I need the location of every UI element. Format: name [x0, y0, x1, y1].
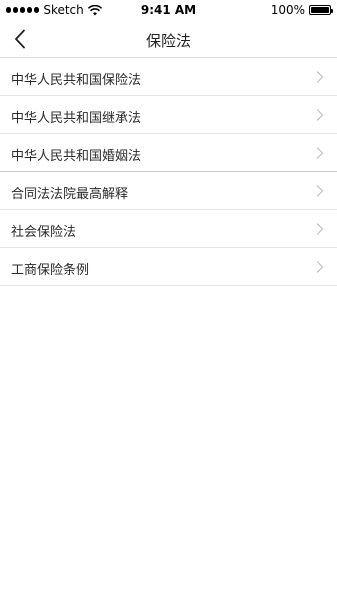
list-item[interactable]: 社会保险法 — [0, 210, 337, 248]
battery-icon — [309, 5, 333, 15]
chevron-right-icon — [316, 109, 324, 121]
chevron-right-icon — [316, 223, 324, 235]
battery-percentage: 100% — [270, 3, 305, 17]
list-item[interactable]: 中华人民共和国保险法 — [0, 58, 337, 96]
list-item-label: 中华人民共和国婚姻法 — [11, 149, 142, 164]
chevron-right-icon — [316, 185, 324, 197]
list-item-label: 工商保险条例 — [11, 263, 90, 278]
law-list: 中华人民共和国保险法 中华人民共和国继承法 中华人民共和国婚姻法 合同法法院最高… — [0, 58, 337, 286]
chevron-right-icon — [316, 71, 324, 83]
list-item-label: 合同法法院最高解释 — [11, 187, 129, 202]
list-item[interactable]: 中华人民共和国继承法 — [0, 96, 337, 134]
chevron-right-icon — [316, 147, 324, 159]
list-item[interactable]: 中华人民共和国婚姻法 — [0, 134, 337, 172]
navigation-bar: 保险法 — [0, 20, 337, 58]
list-item[interactable]: 合同法法院最高解释 — [0, 172, 337, 210]
page-title: 保险法 — [145, 32, 191, 50]
list-item-label: 中华人民共和国保险法 — [11, 73, 142, 88]
list-item[interactable]: 工商保险条例 — [0, 248, 337, 286]
status-bar: Sketch 9:41 AM 100% — [0, 0, 337, 20]
chevron-right-icon — [316, 261, 324, 273]
list-item-label: 中华人民共和国继承法 — [11, 111, 142, 126]
status-right: 100% — [270, 3, 333, 17]
list-item-label: 社会保险法 — [11, 225, 77, 240]
